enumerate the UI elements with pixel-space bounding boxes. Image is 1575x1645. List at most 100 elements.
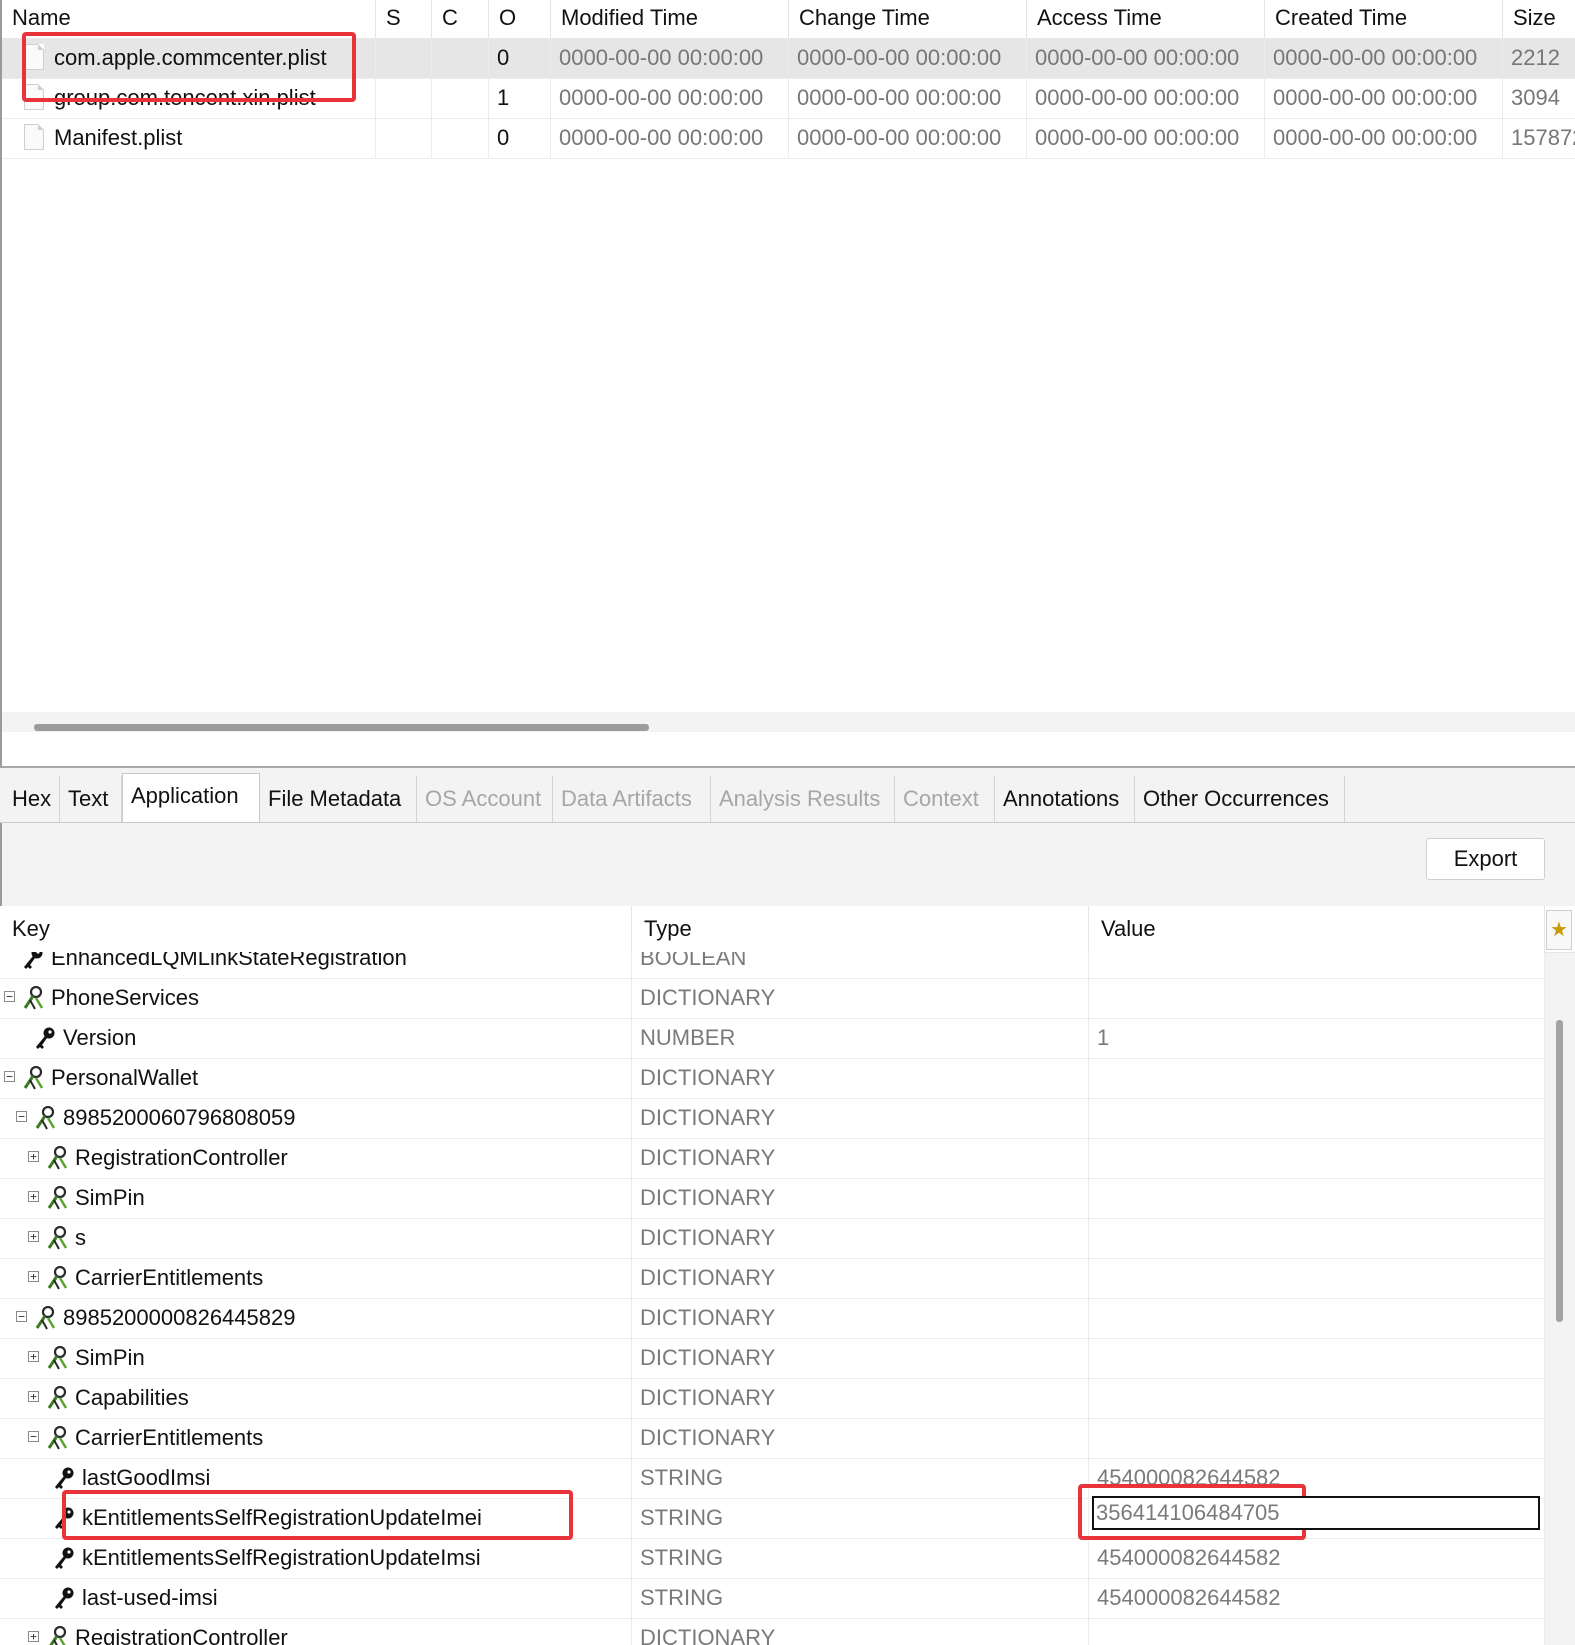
plist-row[interactable]: − PhoneServices DICTIONARY xyxy=(0,978,1545,1019)
collapse-icon[interactable]: − xyxy=(28,1431,39,1442)
plist-row[interactable]: − PersonalWallet DICTIONARY xyxy=(0,1058,1545,1099)
plist-value-cell xyxy=(1089,1378,1545,1418)
column-header-key[interactable]: Key xyxy=(0,906,632,952)
file-row[interactable]: Manifest.plist 0 0000-00-00 00:00:00 000… xyxy=(2,118,1575,159)
tab-text[interactable]: Text xyxy=(60,776,122,822)
dictionary-key-icon xyxy=(21,1065,45,1091)
expand-icon[interactable]: + xyxy=(28,1191,39,1202)
plist-type-cell: STRING xyxy=(632,1538,1089,1578)
dictionary-key-icon xyxy=(45,1185,69,1211)
vertical-scrollbar-thumb[interactable] xyxy=(1556,1020,1563,1322)
plist-row[interactable]: + s DICTIONARY xyxy=(0,1218,1545,1259)
plist-type-cell: DICTIONARY xyxy=(632,978,1089,1018)
expand-icon[interactable]: + xyxy=(28,1151,39,1162)
column-header-modified-time[interactable]: Modified Time xyxy=(551,0,789,38)
file-o: 1 xyxy=(489,78,551,118)
tab-analysis-results[interactable]: Analysis Results xyxy=(711,776,895,822)
dictionary-key-icon xyxy=(33,1105,57,1131)
collapse-icon[interactable]: − xyxy=(4,991,15,1002)
plist-row[interactable]: lastGoodImsi STRING 454000082644582 xyxy=(0,1458,1545,1499)
collapse-icon[interactable]: − xyxy=(16,1311,27,1322)
plist-type-cell: STRING xyxy=(632,1458,1089,1498)
plist-row[interactable]: − CarrierEntitlements DICTIONARY xyxy=(0,1418,1545,1459)
file-s xyxy=(376,118,432,158)
plist-key-cell: + RegistrationController xyxy=(0,1618,632,1645)
expand-icon[interactable]: + xyxy=(28,1271,39,1282)
file-icon xyxy=(24,44,44,70)
plist-row[interactable]: + SimPin DICTIONARY xyxy=(0,1338,1545,1379)
collapse-icon[interactable]: − xyxy=(16,1111,27,1122)
plist-row[interactable]: EnhancedLQMLinkStateRegistration BOOLEAN xyxy=(0,952,1545,979)
plist-key-label: s xyxy=(75,1225,86,1250)
plist-row[interactable]: kEntitlementsSelfRegistrationUpdateImsi S… xyxy=(0,1538,1545,1579)
file-change-time: 0000-00-00 00:00:00 xyxy=(789,118,1027,158)
tab-hex[interactable]: Hex xyxy=(4,776,60,822)
plist-row[interactable]: + RegistrationController DICTIONARY xyxy=(0,1618,1545,1645)
dictionary-key-icon xyxy=(45,1385,69,1411)
content-viewer-tabs: Hex Text Application File Metadata OS Ac… xyxy=(0,768,1575,823)
plist-row[interactable]: − 8985200060796808059 DICTIONARY xyxy=(0,1098,1545,1139)
plist-row[interactable]: − 8985200000826445829 DICTIONARY xyxy=(0,1298,1545,1339)
plist-value-cell xyxy=(1089,978,1545,1018)
column-header-access-time[interactable]: Access Time xyxy=(1027,0,1265,38)
tab-application[interactable]: Application xyxy=(122,773,260,822)
tab-os-account[interactable]: OS Account xyxy=(417,776,553,822)
plist-key-cell: last-used-imsi xyxy=(0,1578,632,1618)
plist-row[interactable]: + CarrierEntitlements DICTIONARY xyxy=(0,1258,1545,1299)
column-header-c[interactable]: C xyxy=(432,0,489,38)
expand-icon[interactable]: + xyxy=(28,1391,39,1402)
key-icon xyxy=(33,1025,57,1051)
collapse-icon[interactable]: − xyxy=(4,1071,15,1082)
plist-tree-table: EnhancedLQMLinkStateRegistration BOOLEAN −… xyxy=(0,952,1545,1645)
plist-row[interactable]: Version NUMBER 1 xyxy=(0,1018,1545,1059)
column-header-name[interactable]: Name xyxy=(2,0,376,38)
column-header-size[interactable]: Size xyxy=(1503,0,1575,38)
expand-icon[interactable]: + xyxy=(28,1231,39,1242)
plist-row[interactable]: + SimPin DICTIONARY xyxy=(0,1178,1545,1219)
plist-key-label: PhoneServices xyxy=(51,985,199,1010)
plist-value-cell xyxy=(1089,952,1545,978)
plist-type-cell: DICTIONARY xyxy=(632,1338,1089,1378)
column-header-value[interactable]: Value xyxy=(1089,906,1545,952)
tab-other-occurrences[interactable]: Other Occurrences xyxy=(1135,776,1345,822)
plist-row[interactable]: + RegistrationController DICTIONARY xyxy=(0,1138,1545,1179)
expand-icon[interactable]: + xyxy=(28,1631,39,1642)
tab-data-artifacts[interactable]: Data Artifacts xyxy=(553,776,711,822)
file-row[interactable]: com.apple.commcenter.plist 0 0000-00-00 … xyxy=(2,38,1575,79)
tab-context[interactable]: Context xyxy=(895,776,995,822)
plist-type-cell: DICTIONARY xyxy=(632,1098,1089,1138)
plist-key-cell: + SimPin xyxy=(0,1178,632,1218)
plist-type-cell: DICTIONARY xyxy=(632,1178,1089,1218)
plist-value-cell xyxy=(1089,1338,1545,1378)
plist-key-label: lastGoodImsi xyxy=(82,1465,211,1490)
plist-key-cell: kEntitlementsSelfRegistrationUpdateImsi xyxy=(0,1538,632,1578)
column-header-created-time[interactable]: Created Time xyxy=(1265,0,1503,38)
plist-key-label: Version xyxy=(63,1025,137,1050)
value-edit-field[interactable]: 356414106484705 xyxy=(1092,1496,1540,1530)
plist-row[interactable]: last-used-imsi STRING 454000082644582 xyxy=(0,1578,1545,1619)
file-size: 3094 xyxy=(1503,78,1575,118)
column-header-change-time[interactable]: Change Time xyxy=(789,0,1027,38)
plist-value-cell xyxy=(1089,1058,1545,1098)
column-header-type[interactable]: Type xyxy=(632,906,1089,952)
expand-icon[interactable]: + xyxy=(28,1351,39,1362)
plist-value-cell: 1 xyxy=(1089,1018,1545,1058)
plist-value-cell xyxy=(1089,1098,1545,1138)
column-header-o[interactable]: O xyxy=(489,0,551,38)
plist-type-cell: DICTIONARY xyxy=(632,1418,1089,1458)
star-icon[interactable]: ★ xyxy=(1546,910,1572,950)
tab-file-metadata[interactable]: File Metadata xyxy=(260,776,417,822)
export-button[interactable]: Export xyxy=(1426,838,1545,880)
horizontal-scrollbar-thumb[interactable] xyxy=(34,724,649,731)
dictionary-key-icon xyxy=(21,985,45,1011)
plist-key-label: kEntitlementsSelfRegistrationUpdateImsi xyxy=(82,1545,481,1570)
tab-annotations[interactable]: Annotations xyxy=(995,776,1135,822)
file-row[interactable]: group.com.tencent.xin.plist 1 0000-00-00… xyxy=(2,78,1575,119)
plist-row[interactable]: + Capabilities DICTIONARY xyxy=(0,1378,1545,1419)
plist-key-cell: EnhancedLQMLinkStateRegistration xyxy=(0,952,632,978)
plist-key-cell: Version xyxy=(0,1018,632,1058)
plist-table-header: Key Type Value xyxy=(0,906,1575,953)
column-header-s[interactable]: S xyxy=(376,0,432,38)
plist-type-cell: DICTIONARY xyxy=(632,1218,1089,1258)
plist-type-cell: BOOLEAN xyxy=(632,952,1089,978)
